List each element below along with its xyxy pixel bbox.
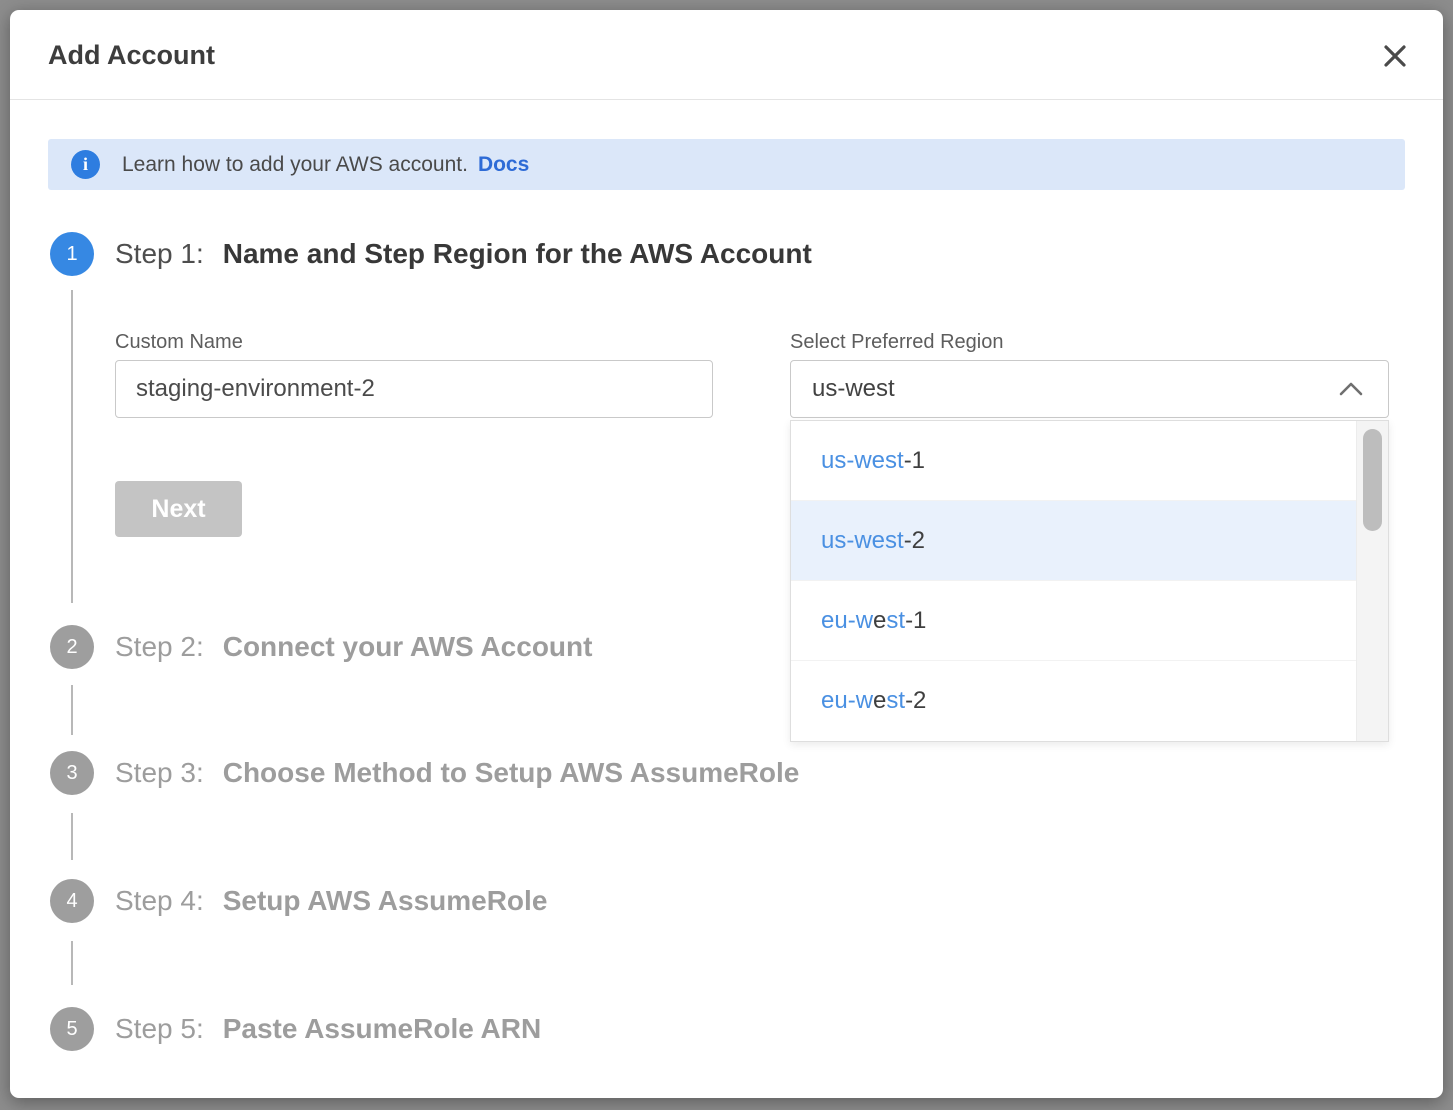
close-icon[interactable]: [1381, 42, 1409, 70]
option-text: -1: [904, 447, 925, 475]
dropdown-scrollbar-track[interactable]: [1356, 421, 1388, 741]
step-4-number: 4: [66, 890, 77, 913]
add-account-modal: Add Account i Learn how to add your AWS …: [10, 10, 1443, 1098]
option-text: -2: [905, 687, 926, 715]
option-text: -1: [905, 607, 926, 635]
next-button[interactable]: Next: [115, 481, 242, 537]
step-3-heading: Step 3: Choose Method to Setup AWS Assum…: [115, 751, 799, 795]
region-dropdown-panel: us-west-1us-west-2eu-west-1eu-west-2: [790, 420, 1389, 742]
step-2-heading: Step 2: Connect your AWS Account: [115, 625, 592, 669]
step-5-heading: Step 5: Paste AssumeRole ARN: [115, 1007, 541, 1051]
region-option[interactable]: eu-west-1: [791, 581, 1356, 661]
step-2-title: Connect your AWS Account: [223, 631, 593, 663]
option-text: e: [873, 687, 886, 715]
step-5-number: 5: [66, 1018, 77, 1041]
region-option[interactable]: us-west-1: [791, 421, 1356, 501]
option-match-text: eu-w: [821, 607, 873, 635]
step-5-indicator: 5: [50, 1007, 94, 1051]
step-1-label: Step 1:: [115, 238, 204, 270]
step-4-label: Step 4:: [115, 885, 204, 917]
custom-name-input[interactable]: [115, 360, 713, 418]
option-match-text: st: [886, 607, 905, 635]
region-option[interactable]: us-west-2: [791, 501, 1356, 581]
option-match-text: eu-w: [821, 687, 873, 715]
option-match-text: us-west: [821, 447, 904, 475]
banner-text: Learn how to add your AWS account.: [122, 153, 468, 177]
step-1-title: Name and Step Region for the AWS Account: [223, 238, 812, 270]
step-3-indicator: 3: [50, 751, 94, 795]
modal-header: Add Account: [10, 10, 1443, 100]
connector-step2-step3: [71, 685, 73, 735]
step-5-title: Paste AssumeRole ARN: [223, 1013, 541, 1045]
connector-step4-step5: [71, 941, 73, 985]
option-text: e: [873, 607, 886, 635]
region-combobox[interactable]: us-west: [790, 360, 1389, 418]
info-banner: i Learn how to add your AWS account. Doc…: [48, 139, 1405, 190]
step-2-indicator: 2: [50, 625, 94, 669]
step-1-indicator: 1: [50, 232, 94, 276]
step-3-number: 3: [66, 762, 77, 785]
info-icon: i: [71, 150, 100, 179]
option-match-text: us-west: [821, 527, 904, 555]
connector-step1-step2: [71, 290, 73, 603]
step-2-number: 2: [66, 636, 77, 659]
step-5-label: Step 5:: [115, 1013, 204, 1045]
region-label: Select Preferred Region: [790, 331, 1003, 354]
region-option[interactable]: eu-west-2: [791, 661, 1356, 741]
option-text: -2: [904, 527, 925, 555]
step-1-number: 1: [66, 243, 77, 266]
step-4-indicator: 4: [50, 879, 94, 923]
docs-link[interactable]: Docs: [478, 153, 529, 177]
step-3-label: Step 3:: [115, 757, 204, 789]
step-4-title: Setup AWS AssumeRole: [223, 885, 548, 917]
step-4-heading: Step 4: Setup AWS AssumeRole: [115, 879, 547, 923]
modal-title: Add Account: [48, 10, 215, 100]
region-option-list: us-west-1us-west-2eu-west-1eu-west-2: [791, 421, 1356, 741]
region-combobox-value: us-west: [812, 375, 1338, 403]
dropdown-scrollbar-thumb[interactable]: [1363, 429, 1382, 531]
step-2-label: Step 2:: [115, 631, 204, 663]
connector-step3-step4: [71, 813, 73, 860]
custom-name-label: Custom Name: [115, 331, 243, 354]
option-match-text: st: [886, 687, 905, 715]
step-3-title: Choose Method to Setup AWS AssumeRole: [223, 757, 800, 789]
chevron-up-icon: [1338, 381, 1364, 397]
step-1-heading: Step 1: Name and Step Region for the AWS…: [115, 232, 812, 276]
